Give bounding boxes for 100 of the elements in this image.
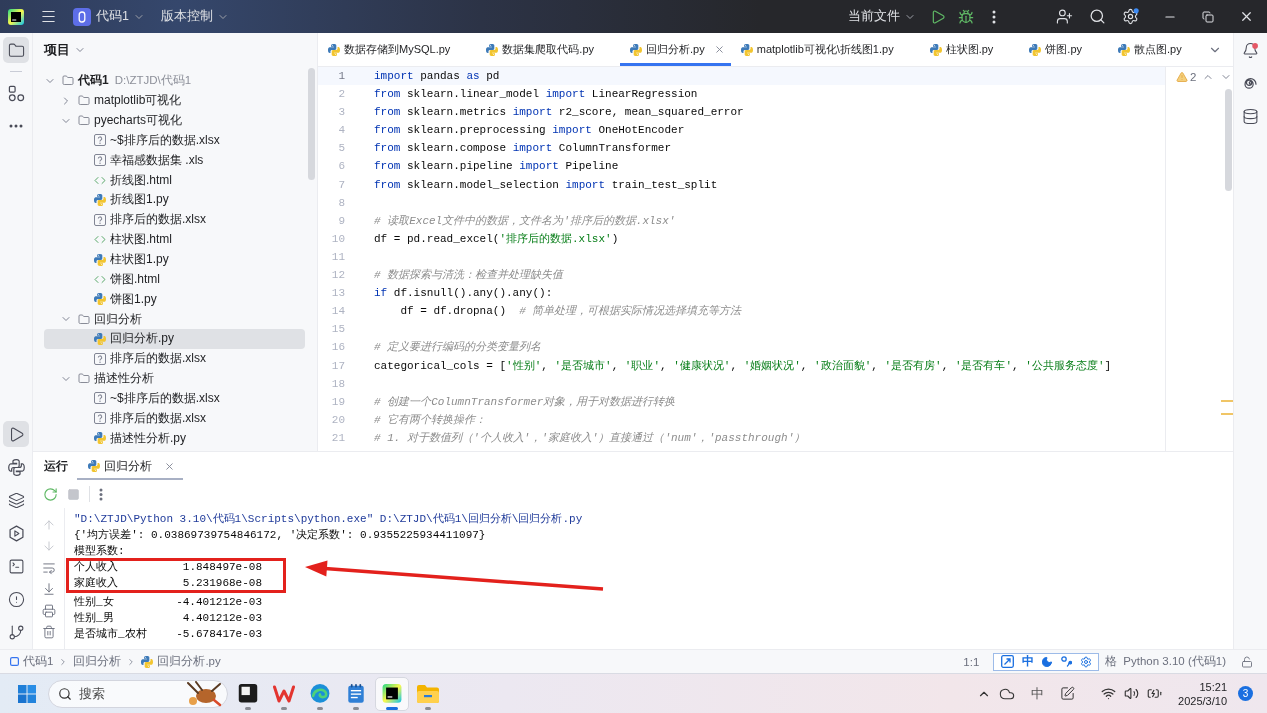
code-line: from sklearn.model_selection import train_test_split [374,177,718,193]
notification-badge[interactable]: 3 [1238,686,1253,701]
tool-window-button[interactable] [3,421,29,447]
project-icon [73,7,91,26]
caret-position[interactable]: 1:1 [963,655,980,668]
scrollbar-thumb[interactable] [308,68,315,180]
line-number: 17 [331,358,345,374]
more-icon[interactable] [992,9,996,24]
run-icon[interactable] [930,8,946,25]
interpreter-selector[interactable]: Python 3.10 (代码1) [1123,654,1226,669]
search-icon [58,686,72,701]
file-item[interactable]: 柱状图1.py [44,249,305,270]
editor-tab[interactable]: 散点图.py [1108,33,1208,66]
scroll-to-end-icon[interactable] [41,582,56,597]
code-line: from sklearn.linear_model import LinearRegression [374,87,698,103]
line-number: 2 [338,87,345,103]
square-app-icon[interactable] [238,684,258,703]
wifi-icon[interactable] [1101,686,1117,701]
add-user-icon[interactable] [1056,8,1073,25]
editor-tab[interactable]: 数据集爬取代码.py [476,33,621,66]
battery-icon[interactable] [1147,686,1163,701]
square-pen-icon[interactable] [1060,686,1076,701]
layers-icon [7,491,25,509]
more-icon[interactable] [99,487,103,501]
ide-logo-icon[interactable] [381,684,403,703]
branch-icon [7,623,25,641]
folder-item[interactable]: 回归分析 [44,309,305,329]
breadcrumb[interactable]: 回归分析 [73,654,122,669]
menu-icon[interactable] [40,8,57,25]
notepad-icon[interactable] [347,684,365,703]
code-line: # 它有两个转换操作： [374,412,487,428]
file-item[interactable]: 折线图1.py [44,190,305,210]
clock-time[interactable]: 15:21 [1199,679,1227,694]
code-line: # 定义要进行编码的分类变量列名 [374,340,542,356]
scrollbar-thumb[interactable] [1225,89,1232,191]
warnings-button[interactable]: 2 [1176,71,1197,83]
ime-mode[interactable]: 中 [1021,653,1034,670]
taskbar-app-button[interactable] [375,676,409,711]
lock-icon[interactable] [1241,655,1253,668]
folder-icon [7,41,25,59]
file-item[interactable]: 折线图.html [44,170,305,191]
folder-app-icon[interactable] [417,684,439,703]
trash-icon[interactable] [41,624,56,639]
code-line: from sklearn.pipeline import Pipeline [374,159,619,175]
file-item[interactable]: 饼图.html [44,269,305,290]
start-icon[interactable] [18,684,36,703]
python-file-icon [94,293,106,306]
file-item[interactable]: 排序后的数据.xlsx [44,408,305,429]
breadcrumb[interactable]: 代码1 [10,654,54,669]
folder-item[interactable]: 描述性分析 [44,368,305,389]
file-item[interactable]: 排序后的数据.xlsx [44,348,305,369]
swirl-logo-icon[interactable] [309,684,331,703]
line-number: 13 [331,286,345,302]
file-item[interactable]: 幸福感数据集 .xls [44,150,305,171]
ime-indicator[interactable]: 中 [1031,684,1045,703]
tool-window-button[interactable] [3,37,29,63]
file-item[interactable]: ~$排序后的数据.xlsx [44,388,305,409]
volume-icon[interactable] [1124,686,1140,701]
project-view-selector[interactable]: 项目 [44,41,86,59]
file-item[interactable]: 描述性分析.py [44,428,305,449]
debug-icon[interactable] [958,8,974,25]
file-item[interactable]: 回归分析.py [44,328,305,349]
file-item[interactable]: ~$排序后的数据.xlsx [44,130,305,151]
file-item[interactable]: 排序后的数据.xlsx [44,209,305,230]
breadcrumb[interactable]: 回归分析.py [141,654,221,669]
search-field[interactable]: 搜索 [48,679,228,708]
code-line: # 数据探索与清洗：检查并处理缺失值 [374,267,564,284]
line-number: 16 [331,340,345,356]
python-file-icon [141,655,154,668]
wrap-text-icon[interactable] [41,560,56,575]
w-logo-icon[interactable] [273,684,295,703]
status-text[interactable]: 格 [1105,654,1118,669]
clock-date[interactable]: 2025/3/10 [1178,693,1227,708]
file-item[interactable]: 柱状图.html [44,229,305,250]
python-file-icon [486,43,499,56]
project-selector[interactable]: 代码1 [96,8,145,25]
editor-tab[interactable]: 饼图.py [1019,33,1109,66]
restore-icon[interactable] [1202,10,1214,23]
editor-tab[interactable]: 柱状图.py [919,33,1020,66]
search-icon[interactable] [1089,8,1106,25]
folder-item[interactable]: matplotlib可视化 [44,90,305,111]
rerun-icon[interactable] [43,486,58,502]
coefficient-name: 家庭收入 [74,577,118,590]
punctuation-icon[interactable] [1060,656,1072,667]
python-file-icon [1029,43,1042,56]
code-line: # 创建一个ColumnTransformer对象，用于对数据进行转换 [374,394,676,410]
print-icon[interactable] [41,603,56,618]
folder-item[interactable]: 代码1 D:\ZTJD\代码1 [44,71,305,91]
file-item[interactable]: 饼图1.py [44,289,305,310]
editor-tab[interactable]: matplotlib可视化\折线图1.py [730,33,920,66]
moon-icon[interactable] [1041,655,1054,668]
run-tab[interactable]: 回归分析 [77,452,183,480]
editor-tab[interactable]: 回归分析.py [620,33,731,66]
run-configuration-selector[interactable]: 当前文件 [848,8,916,25]
editor-tab[interactable]: 数据存储到MySQL.py [318,33,477,66]
database-icon[interactable] [1242,107,1259,125]
notifications-icon[interactable] [1242,41,1259,59]
coefficient-name: 是否城市_农村 [74,628,147,641]
vcs-menu[interactable]: 版本控制 [160,8,229,25]
folder-item[interactable]: pyecharts可视化 [44,110,305,131]
